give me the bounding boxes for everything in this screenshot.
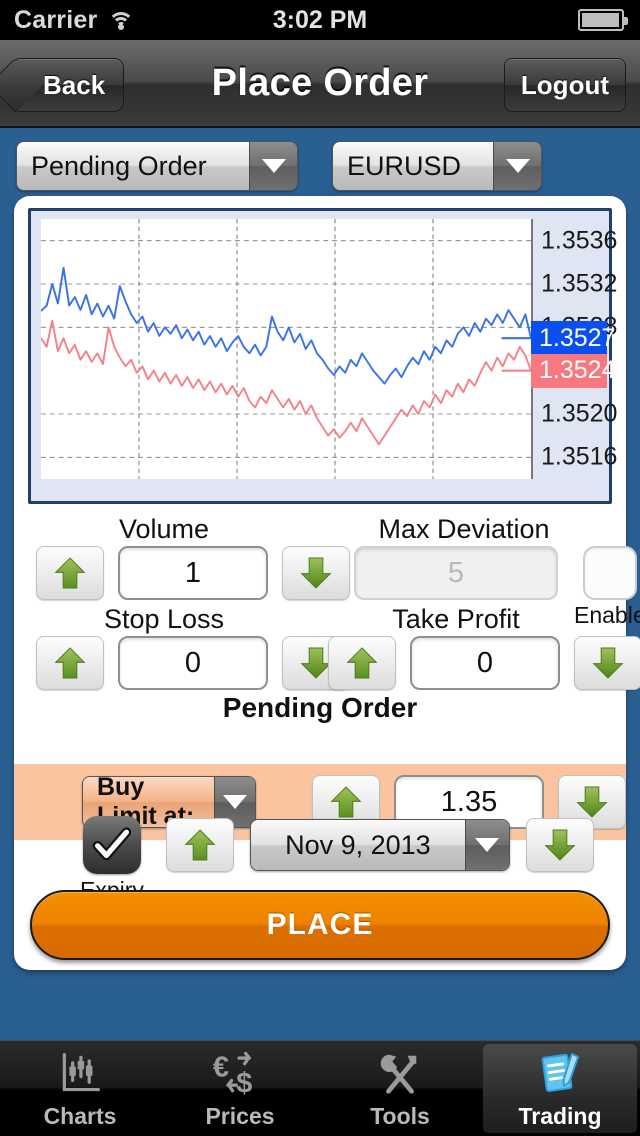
tab-prices[interactable]: € $ Prices <box>163 1044 317 1133</box>
tab-bar: Charts € $ Prices Tools Trading <box>0 1040 640 1136</box>
arrow-up-icon <box>330 786 362 818</box>
stop-loss-label: Stop Loss <box>103 604 225 634</box>
back-button[interactable]: Back <box>12 58 125 112</box>
logout-button[interactable]: Logout <box>503 58 626 112</box>
volume-increment-button[interactable] <box>36 546 104 600</box>
place-order-button[interactable]: PLACE <box>30 890 610 960</box>
arrow-up-icon <box>54 647 86 679</box>
max-deviation-input[interactable]: 5 <box>354 546 558 600</box>
battery-icon <box>577 9 628 31</box>
volume-input[interactable]: 1 <box>118 546 268 600</box>
svg-text:€: € <box>213 1052 229 1084</box>
expiry-date-value: Nov 9, 2013 <box>250 820 465 870</box>
nav-bar: Back Place Order Logout <box>0 40 640 128</box>
tab-prices-label: Prices <box>205 1103 275 1129</box>
symbol-value: EURUSD <box>333 142 493 190</box>
carrier-label: Carrier <box>14 5 98 34</box>
tools-icon <box>371 1047 429 1099</box>
bar-chart-icon <box>51 1047 109 1099</box>
tab-tools-label: Tools <box>370 1103 430 1129</box>
chart-y-tick: 1.3536 <box>541 226 618 255</box>
stop-loss-input[interactable]: 0 <box>118 636 268 690</box>
svg-text:$: $ <box>236 1068 252 1097</box>
pending-order-section: Pending Order Buy Limit at: 1.35 <box>14 692 626 840</box>
chart-price-tag-bid: 1.3527 <box>531 321 615 356</box>
chart-plot-area <box>41 219 531 479</box>
chart-y-tick: 1.3516 <box>541 442 618 471</box>
sl-tp-row: Stop Loss 0 Take Profit 0 <box>14 604 640 694</box>
currency-icon: € $ <box>211 1047 269 1099</box>
price-chart[interactable]: 1.35361.35321.35281.35201.35161.35271.35… <box>28 208 617 504</box>
chart-series-svg <box>41 219 531 479</box>
arrow-up-icon <box>54 557 86 589</box>
stop-loss-increment-button[interactable] <box>36 636 104 690</box>
chevron-down-icon <box>493 142 541 190</box>
take-profit-increment-button[interactable] <box>328 636 396 690</box>
page-title: Place Order <box>211 61 429 104</box>
arrow-down-icon <box>300 557 332 589</box>
chevron-down-icon <box>249 142 297 190</box>
chevron-down-icon <box>464 820 509 870</box>
tab-charts[interactable]: Charts <box>3 1044 157 1133</box>
selector-row: Pending Order EURUSD <box>0 138 640 194</box>
chart-y-axis: 1.35361.35321.35281.35201.35161.35271.35… <box>531 219 617 479</box>
take-profit-label: Take Profit <box>392 604 520 634</box>
arrow-down-icon <box>592 647 624 679</box>
chart-y-tick: 1.3520 <box>541 399 618 428</box>
order-pad-icon <box>531 1047 589 1099</box>
order-panel: 1.35361.35321.35281.35201.35161.35271.35… <box>14 196 640 970</box>
max-deviation-label: Max Deviation <box>378 514 550 544</box>
tab-tools[interactable]: Tools <box>323 1044 477 1133</box>
arrow-up-icon <box>184 829 216 861</box>
volume-deviation-row: Volume 1 Max Deviation 5 Enable <box>14 514 640 628</box>
chart-price-tag-ask: 1.3524 <box>531 353 615 388</box>
tab-charts-label: Charts <box>43 1103 117 1129</box>
status-left: Carrier <box>0 6 218 35</box>
expiry-date-dropdown[interactable]: Nov 9, 2013 <box>249 819 510 871</box>
clock-label: 3:02 PM <box>272 5 368 34</box>
expiry-decrement-button[interactable] <box>525 818 594 872</box>
symbol-dropdown[interactable]: EURUSD <box>332 141 542 191</box>
arrow-down-icon <box>544 829 576 861</box>
chart-y-tick: 1.3532 <box>541 269 618 298</box>
tab-trading[interactable]: Trading <box>483 1044 637 1133</box>
take-profit-input[interactable]: 0 <box>410 636 560 690</box>
arrow-down-icon <box>576 786 608 818</box>
back-button-label: Back <box>43 69 106 100</box>
wifi-icon <box>107 10 135 30</box>
volume-decrement-button[interactable] <box>282 546 350 600</box>
expiry-checkbox[interactable] <box>82 816 141 874</box>
logout-button-label: Logout <box>520 69 609 100</box>
tab-trading-label: Trading <box>518 1103 602 1129</box>
check-icon <box>92 827 132 861</box>
status-right <box>422 9 640 31</box>
status-bar: Carrier 3:02 PM <box>0 0 640 40</box>
order-type-value: Pending Order <box>17 142 249 190</box>
pending-order-title: Pending Order <box>222 692 418 723</box>
order-type-dropdown[interactable]: Pending Order <box>16 141 298 191</box>
arrow-up-icon <box>346 647 378 679</box>
expiry-increment-button[interactable] <box>165 818 234 872</box>
volume-label: Volume <box>118 514 210 544</box>
max-deviation-enable-checkbox[interactable] <box>582 546 637 600</box>
place-order-label: PLACE <box>266 908 374 941</box>
take-profit-decrement-button[interactable] <box>574 636 640 690</box>
